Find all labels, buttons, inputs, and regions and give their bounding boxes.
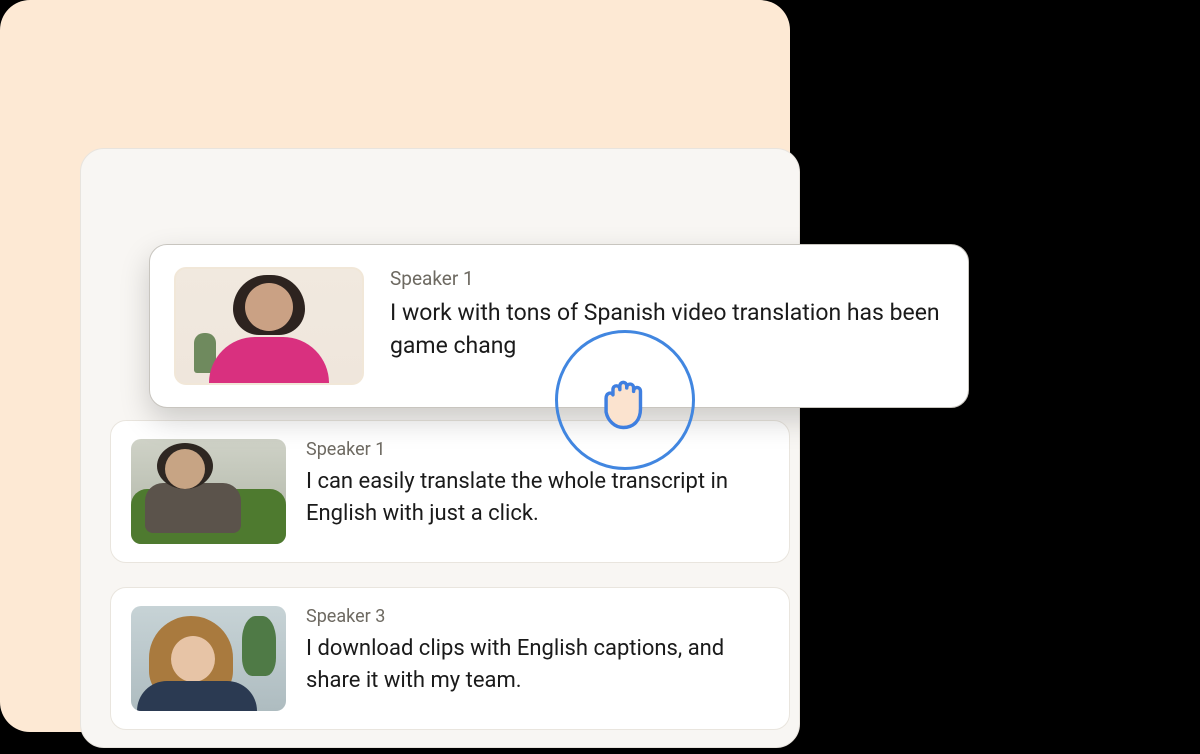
speaker-label: Speaker 1 xyxy=(306,439,769,460)
transcript-card-list: Speaker 1 I can easily translate the who… xyxy=(110,420,790,754)
speaker-thumbnail xyxy=(131,606,286,711)
card-text: Speaker 1 I can easily translate the who… xyxy=(306,439,769,530)
speaker-label: Speaker 1 xyxy=(390,267,944,290)
speaker-thumbnail xyxy=(131,439,286,544)
transcript-card[interactable]: Speaker 3 I download clips with English … xyxy=(110,587,790,730)
speaker-thumbnail xyxy=(174,267,364,385)
grab-hand-icon xyxy=(555,330,695,470)
transcript-quote: I can easily translate the whole transcr… xyxy=(306,466,769,530)
card-text: Speaker 3 I download clips with English … xyxy=(306,606,769,697)
transcript-quote: I download clips with English captions, … xyxy=(306,633,769,697)
speaker-label: Speaker 3 xyxy=(306,606,769,627)
